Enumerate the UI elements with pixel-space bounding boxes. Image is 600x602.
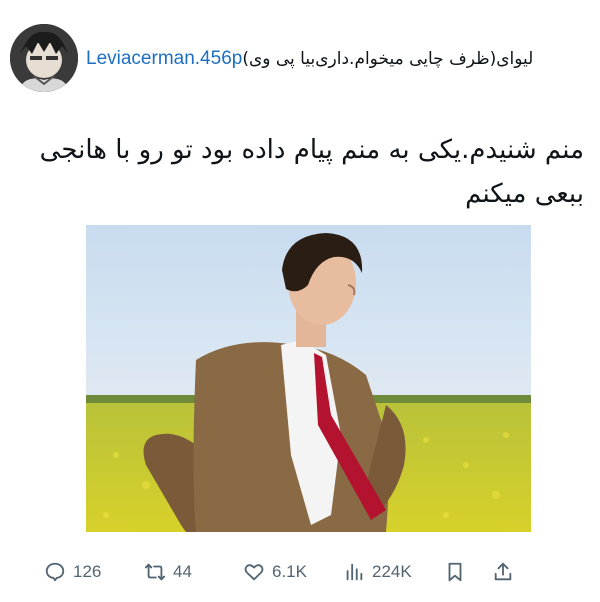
bookmark-icon [448,562,462,582]
avatar[interactable] [10,24,78,92]
tweet-header: لیوای(ظرف چایی میخوام.داری‌بیا پی وی)Lev… [10,24,590,94]
avatar-image [10,24,78,92]
reply-button[interactable]: 126 [44,560,101,584]
action-bar: 126 44 6.1K 224K [0,552,600,592]
photo-man-in-field [86,225,531,532]
share-upload-icon [494,562,512,581]
heart-icon [244,564,264,581]
display-name[interactable]: لیوای(ظرف چایی میخوام.داری‌بیا پی وی) [242,49,533,69]
speech-bubble-icon [45,562,65,582]
author-handle[interactable]: Leviacerman.456p [86,48,242,69]
views-count: 224K [372,562,412,581]
retweet-button[interactable]: 44 [144,560,192,584]
retweet-arrows-icon [144,563,166,581]
bar-chart-icon [346,563,363,581]
views-button[interactable]: 224K [343,560,412,584]
reply-count: 126 [73,562,102,581]
share-button[interactable] [492,560,514,584]
author-line: لیوای(ظرف چایی میخوام.داری‌بیا پی وی)Lev… [86,48,586,76]
tweet-image[interactable] [86,225,531,532]
bookmark-button[interactable] [444,560,466,584]
like-count: 6.1K [272,562,307,581]
retweet-count: 44 [173,562,192,581]
like-button[interactable]: 6.1K [243,560,307,584]
tweet-text: منم شنیدم.یکی به منم پیام داده بود تو رو… [39,135,584,209]
